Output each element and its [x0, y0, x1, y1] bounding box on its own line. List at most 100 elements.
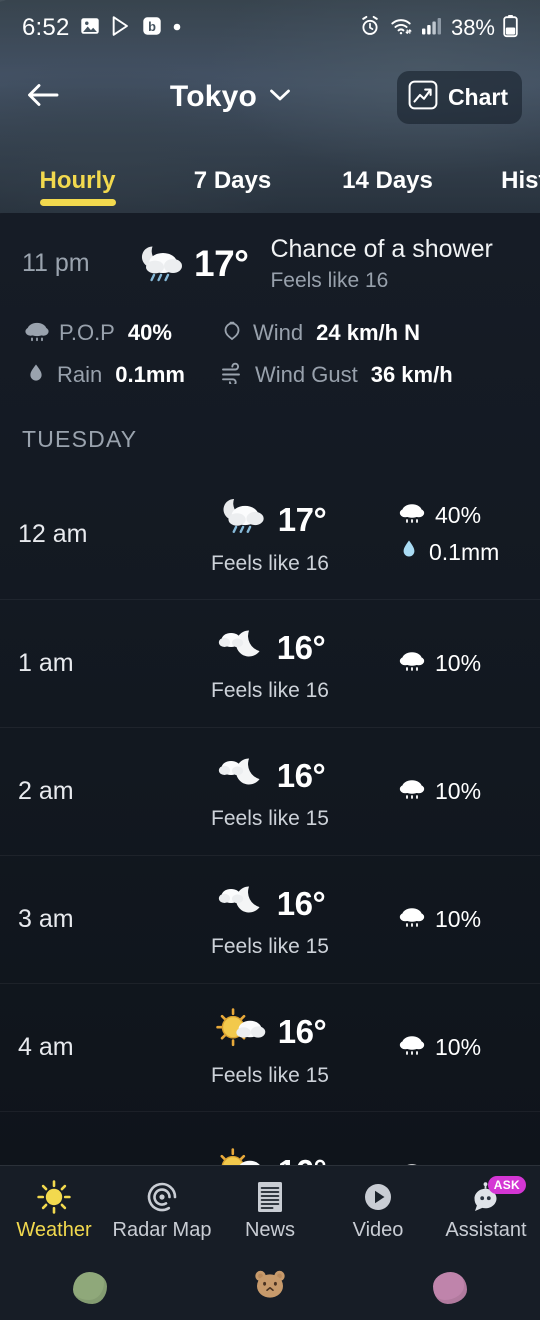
assistant-ask-badge: ASK — [487, 1175, 526, 1194]
hour-center-block: 17° Feels like 16 — [211, 493, 329, 576]
table-row[interactable]: 12 am 17° Feels like 16 40% 0.1mm — [0, 471, 540, 599]
hour-time: 12 am — [18, 520, 88, 549]
hour-pop: 10% — [398, 1033, 481, 1062]
hour-center-block: 16° Feels like 15 — [211, 752, 329, 831]
detail-wind-gust: Wind Gust 36 km/h — [220, 361, 518, 390]
chart-button[interactable]: Chart — [396, 70, 522, 124]
signal-icon — [421, 16, 443, 41]
detail-pop-label: P.O.P — [59, 320, 115, 346]
nav-item-news[interactable]: News — [216, 1166, 324, 1256]
hour-time: 1 am — [18, 648, 74, 677]
hour-temperature: 17° — [277, 500, 327, 538]
hour-temperature: 16° — [276, 885, 326, 923]
table-row[interactable]: 1 am 16° Feels like 16 10% — [0, 598, 540, 727]
nav-label-assistant: Assistant — [445, 1218, 527, 1241]
moon-cloud-icon — [215, 880, 269, 929]
tab-14-days[interactable]: 14 Days — [310, 148, 465, 213]
table-row[interactable]: 2 am 16° Feels like 15 10% — [0, 726, 540, 855]
battery-icon — [503, 14, 518, 43]
svg-text:b: b — [148, 18, 156, 33]
hour-precip-block: 10% — [398, 905, 540, 934]
city-selector[interactable]: Tokyo — [64, 80, 397, 114]
hour-feels-like: Feels like 16 — [211, 552, 329, 576]
app-top-bar: Tokyo Chart — [0, 62, 540, 132]
cloud-rain-icon — [398, 501, 426, 530]
news-icon — [255, 1180, 285, 1214]
hour-icon-temp: 17° — [214, 493, 327, 546]
detail-wind-label: Wind — [253, 320, 304, 346]
b-app-icon: b — [141, 15, 163, 42]
nav-label-news: News — [244, 1218, 295, 1241]
hour-pop: 10% — [398, 777, 481, 806]
android-home-button[interactable] — [180, 1267, 360, 1308]
hour-time: 2 am — [18, 776, 74, 805]
weather-app-screen: 6:52 b 38% Tokyo Chart Hourly 7 Days 14 … — [0, 0, 540, 1320]
current-details-grid: P.O.P 40% Wind 24 km/h N Rain 0.1mm Wind… — [22, 319, 518, 390]
nav-item-assistant[interactable]: ASK Assistant — [432, 1166, 540, 1256]
hour-feels-like: Feels like 15 — [211, 806, 329, 830]
hour-pop-value: 10% — [435, 777, 482, 804]
android-back-button[interactable] — [0, 1271, 180, 1304]
moon-cloud-icon — [215, 752, 269, 801]
current-hour-text: Chance of a shower Feels like 16 — [270, 235, 492, 293]
hour-pop-value: 10% — [435, 649, 482, 676]
status-bar-clock: 6:52 — [22, 14, 70, 41]
sun-cloud-icon — [214, 1007, 270, 1058]
hourly-forecast-content[interactable]: 11 pm 17° Chance of a shower Feels like … — [0, 213, 540, 1165]
current-feels-like: Feels like 16 — [270, 268, 389, 292]
day-section-header: TUESDAY — [22, 425, 138, 452]
hour-feels-like: Feels like 15 — [211, 1063, 329, 1087]
table-row[interactable]: 3 am 16° Feels like 15 10% — [0, 854, 540, 983]
cloud-rain-icon — [398, 1033, 426, 1062]
moon-cloud-rain-icon — [130, 240, 190, 288]
hour-time: 3 am — [18, 904, 74, 933]
wind-gust-icon — [220, 362, 246, 389]
radar-icon — [145, 1180, 179, 1214]
forecast-tabs: Hourly 7 Days 14 Days History — [0, 148, 540, 213]
pink-blob-recents-icon — [433, 1271, 467, 1304]
hourly-rows-list: 12 am 17° Feels like 16 40% 0.1mm 1 am 1… — [0, 471, 540, 1165]
sun-cloud-icon — [214, 1147, 270, 1165]
tab-history[interactable]: History — [465, 148, 540, 213]
hour-pop-value: 10% — [435, 1033, 482, 1060]
hour-icon-temp: 16° — [214, 1147, 327, 1165]
nav-item-radar-map[interactable]: Radar Map — [108, 1166, 216, 1256]
nav-label-radar-map: Radar Map — [112, 1218, 212, 1241]
nav-item-video[interactable]: Video — [324, 1166, 432, 1256]
table-row[interactable]: 5 am — [0, 1110, 540, 1165]
dot-indicator-icon — [172, 19, 182, 37]
detail-rain-value: 0.1mm — [115, 362, 185, 388]
android-recents-button[interactable] — [360, 1271, 540, 1304]
detail-rain: Rain 0.1mm — [24, 361, 220, 390]
wifi-icon — [389, 15, 413, 42]
status-bar-right: 38% — [359, 14, 518, 43]
nav-item-weather[interactable]: Weather — [0, 1166, 108, 1256]
cloud-rain-icon — [398, 905, 426, 934]
hour-icon-temp: 16° — [215, 624, 326, 673]
hour-center-block: 16° Feels like 15 — [211, 1007, 329, 1088]
sun-icon — [37, 1179, 71, 1214]
cloud-rain-icon — [398, 777, 426, 806]
bottom-navigation-bar: Weather Radar Map News Video ASK Assista… — [0, 1165, 540, 1255]
cloud-rain-icon — [24, 320, 50, 347]
green-blob-back-icon — [73, 1271, 107, 1304]
cloud-rain-icon — [398, 649, 426, 678]
table-row[interactable]: 4 am 16° Feels like 15 10% — [0, 982, 540, 1111]
tab-7-days[interactable]: 7 Days — [155, 148, 310, 213]
hour-time: 4 am — [18, 1032, 74, 1061]
current-hour-summary: 11 pm 17° Chance of a shower Feels like … — [22, 235, 518, 293]
tab-hourly[interactable]: Hourly — [0, 148, 155, 213]
android-navigation-bar — [0, 1255, 540, 1320]
moon-cloud-rain-icon — [214, 493, 270, 546]
hour-precip-block: 10% — [398, 777, 540, 806]
detail-rain-label: Rain — [57, 362, 103, 388]
nav-label-weather: Weather — [16, 1218, 92, 1241]
hour-pop: 10% — [398, 905, 481, 934]
hour-precip-block: 10% — [398, 1033, 540, 1062]
nav-label-video: Video — [352, 1218, 404, 1241]
current-hour-time: 11 pm — [22, 249, 90, 278]
hour-precip-block: 40% 0.1mm — [398, 501, 540, 568]
status-bar-left: 6:52 b — [22, 14, 182, 42]
hour-feels-like: Feels like 15 — [211, 934, 329, 958]
detail-wind: Wind 24 km/h N — [220, 319, 518, 348]
